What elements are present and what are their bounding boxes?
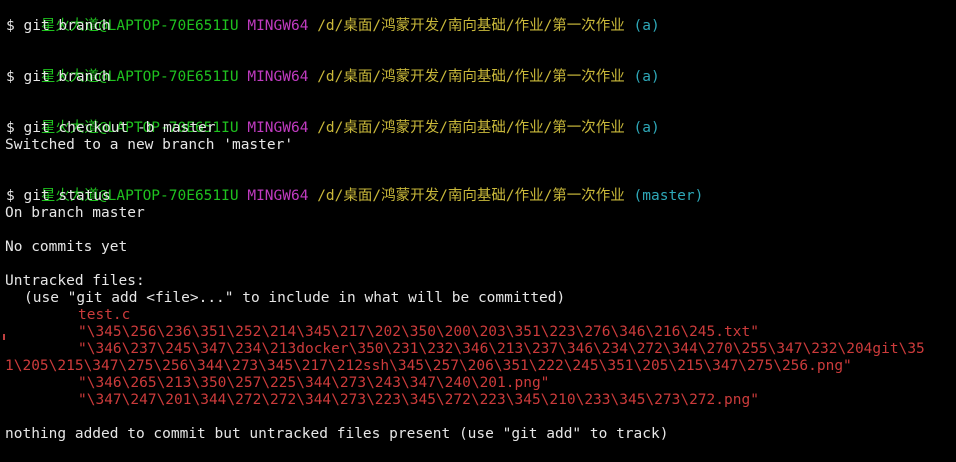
command-line: $ git status	[6, 188, 111, 204]
nothing-added-output: nothing added to commit but untracked fi…	[5, 426, 669, 442]
untracked-file: "\345\256\236\351\252\214\345\217\202\35…	[78, 324, 759, 340]
switched-output: Switched to a new branch 'master'	[5, 137, 294, 153]
untracked-file: "\346\237\245\347\234\213docker\350\231\…	[78, 341, 925, 357]
prompt-shell: MINGW64	[247, 18, 309, 34]
prompt-branch: (a)	[633, 120, 660, 136]
no-commits-output: No commits yet	[5, 239, 128, 255]
prompt-line: 星火大道@LAPTOP-70E651IU MINGW64 /d/桌面/鸿蒙开发/…	[6, 52, 660, 85]
prompt-branch: (a)	[633, 69, 660, 85]
prompt-branch: (a)	[633, 18, 660, 34]
prompt-path: /d/桌面/鸿蒙开发/南向基础/作业/第一次作业	[317, 188, 625, 204]
command-line: $ git checkout -b master	[6, 120, 216, 136]
untracked-file: "\346\265\213\350\257\225\344\273\243\34…	[78, 375, 550, 391]
command-line: $ git branch	[6, 69, 111, 85]
prompt-path: /d/桌面/鸿蒙开发/南向基础/作业/第一次作业	[317, 120, 625, 136]
untracked-file-wrap: 1\205\215\347\275\256\344\273\345\217\21…	[5, 358, 852, 374]
terminal-window[interactable]: 星火大道@LAPTOP-70E651IU MINGW64 /d/桌面/鸿蒙开发/…	[0, 0, 956, 462]
prompt-line: 星火大道@LAPTOP-70E651IU MINGW64 /d/桌面/鸿蒙开发/…	[6, 103, 660, 136]
prompt-shell: MINGW64	[247, 188, 309, 204]
cutoff-text-line	[330, 455, 710, 462]
untracked-file: test.c	[78, 307, 131, 323]
untracked-hint: (use "git add <file>..." to include in w…	[24, 290, 566, 306]
untracked-header: Untracked files:	[5, 273, 145, 289]
prompt-shell: MINGW64	[247, 69, 309, 85]
prompt-path: /d/桌面/鸿蒙开发/南向基础/作业/第一次作业	[317, 69, 625, 85]
prompt-branch: (master)	[633, 188, 704, 204]
command-line: $ git branch	[6, 18, 111, 34]
untracked-file: "\347\247\201\344\272\272\344\273\223\34…	[78, 392, 759, 408]
prompt-shell: MINGW64	[247, 120, 309, 136]
prompt-line: 星火大道@LAPTOP-70E651IU MINGW64 /d/桌面/鸿蒙开发/…	[6, 171, 703, 204]
on-branch-output: On branch master	[5, 205, 145, 221]
cursor-mark	[3, 334, 10, 340]
prompt-line: 星火大道@LAPTOP-70E651IU MINGW64 /d/桌面/鸿蒙开发/…	[6, 1, 660, 34]
prompt-path: /d/桌面/鸿蒙开发/南向基础/作业/第一次作业	[317, 18, 625, 34]
